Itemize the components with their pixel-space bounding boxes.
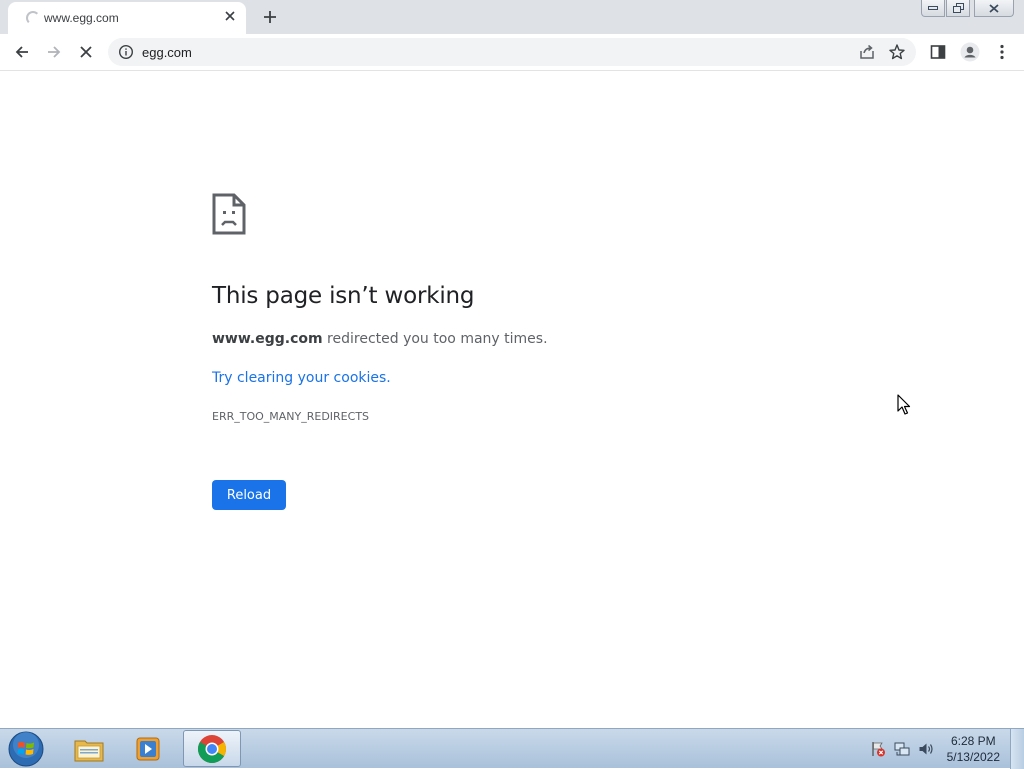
plus-icon (264, 11, 276, 23)
error-description-text: redirected you too many times. (322, 331, 548, 347)
star-icon[interactable] (888, 43, 906, 61)
forward-button[interactable] (40, 38, 68, 66)
tab-title: www.egg.com (44, 11, 119, 25)
media-player-icon (136, 737, 160, 760)
chrome-icon (198, 734, 226, 763)
minimize-button[interactable] (921, 0, 945, 17)
restore-icon (952, 3, 964, 13)
side-panel-button[interactable] (924, 38, 952, 66)
address-bar[interactable]: egg.com (108, 38, 916, 66)
profile-button[interactable] (956, 38, 984, 66)
mouse-cursor-icon (897, 394, 911, 415)
window-close-button[interactable] (974, 0, 1014, 17)
clock-date: 5/13/2022 (946, 750, 1000, 764)
minimize-icon (928, 6, 938, 10)
info-icon[interactable] (118, 44, 134, 60)
spinner-icon (26, 11, 40, 25)
url-text[interactable]: egg.com (142, 45, 192, 60)
clear-cookies-link[interactable]: Try clearing your cookies. (212, 370, 391, 386)
browser-tab[interactable]: www.egg.com (8, 2, 246, 34)
arrow-left-icon (15, 46, 28, 58)
reload-button[interactable]: Reload (212, 480, 286, 510)
taskbar-chrome[interactable] (183, 730, 241, 767)
back-button[interactable] (8, 38, 36, 66)
taskbar: 6:28 PM 5/13/2022 (0, 728, 1024, 769)
browser-toolbar: egg.com (0, 34, 1024, 71)
clock-time: 6:28 PM (950, 734, 996, 748)
system-tray: 6:28 PM 5/13/2022 (844, 729, 1024, 769)
show-desktop-button[interactable] (1010, 729, 1024, 769)
window-controls (920, 0, 1014, 18)
error-description: www.egg.com redirected you too many time… (212, 331, 548, 347)
share-icon[interactable] (858, 43, 876, 61)
error-domain: www.egg.com (212, 331, 323, 347)
stop-button[interactable] (72, 38, 100, 66)
action-center-flag-icon[interactable] (870, 741, 886, 757)
close-icon (80, 46, 92, 58)
taskbar-clock[interactable]: 6:28 PM 5/13/2022 (947, 733, 1000, 765)
file-explorer-icon (74, 740, 104, 761)
taskbar-file-explorer[interactable] (60, 730, 118, 767)
tab-strip: www.egg.com (0, 0, 1024, 34)
menu-button[interactable] (988, 38, 1016, 66)
person-icon (960, 42, 980, 62)
close-icon[interactable] (222, 8, 238, 24)
restore-button[interactable] (946, 0, 970, 17)
start-button[interactable] (4, 730, 48, 768)
taskbar-media-player[interactable] (120, 730, 178, 767)
error-heading: This page isn’t working (212, 283, 475, 309)
page-content: This page isn’t working www.egg.com redi… (0, 71, 1024, 728)
close-icon (989, 3, 999, 13)
arrow-right-icon (48, 46, 61, 58)
kebab-icon (1000, 44, 1004, 60)
windows-orb-icon (8, 731, 44, 767)
volume-icon[interactable] (918, 741, 934, 757)
network-icon[interactable] (894, 741, 910, 757)
new-tab-button[interactable] (258, 5, 282, 29)
sad-document-icon (212, 193, 246, 235)
error-code: ERR_TOO_MANY_REDIRECTS (212, 410, 370, 423)
side-panel-icon (930, 45, 946, 59)
